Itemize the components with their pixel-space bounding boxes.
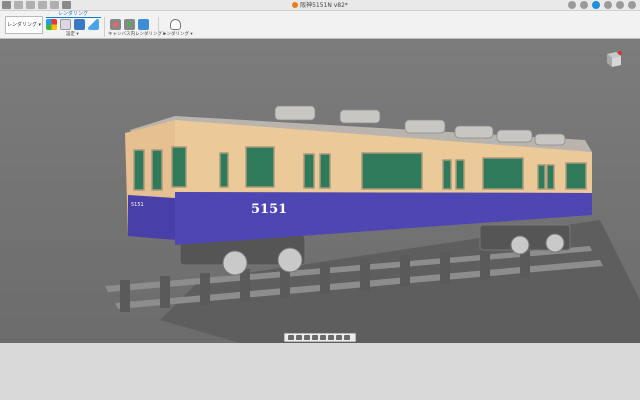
active-tab-indicator xyxy=(46,17,101,18)
notifications-icon[interactable] xyxy=(604,1,612,9)
train-scene xyxy=(0,40,640,343)
fit-icon[interactable] xyxy=(320,335,326,340)
pan-icon[interactable] xyxy=(304,335,310,340)
view-cube-home-icon xyxy=(618,51,622,55)
display-settings-icon[interactable] xyxy=(328,335,334,340)
status-area xyxy=(0,343,640,400)
document-icon xyxy=(292,2,299,8)
in-canvas-render-group xyxy=(110,19,149,30)
viewports-icon[interactable] xyxy=(344,335,350,340)
ribbon-toolbar: レンダリング ▾ レンダリング 設定 ▾ キャンバス内レンダリング ▾ レンダリ… xyxy=(0,11,640,39)
look-at-icon[interactable] xyxy=(296,335,302,340)
render-settings-icon[interactable] xyxy=(124,19,135,30)
separator xyxy=(104,17,105,37)
scene-settings-icon[interactable] xyxy=(74,19,85,30)
workspace-switcher[interactable]: レンダリング ▾ xyxy=(5,16,43,34)
extensions-icon[interactable] xyxy=(580,1,588,9)
appearance-icon[interactable] xyxy=(46,19,57,30)
orbit-icon[interactable] xyxy=(288,335,294,340)
title-bar: 阪神5151N v82* xyxy=(0,0,640,11)
setup-group-label[interactable]: 設定 ▾ xyxy=(66,32,79,38)
render-group-label[interactable]: レンダリング ▾ xyxy=(162,32,193,38)
navigation-bar xyxy=(284,333,356,342)
physical-material-icon[interactable] xyxy=(60,19,71,30)
zoom-icon[interactable] xyxy=(312,335,318,340)
setup-group xyxy=(46,19,99,30)
help-icon[interactable] xyxy=(616,1,624,9)
document-title-text: 阪神5151N v82* xyxy=(300,2,348,9)
add-icon[interactable] xyxy=(568,1,576,9)
render-group xyxy=(170,19,181,30)
separator xyxy=(158,17,159,37)
car-number-front: 5151 xyxy=(131,202,144,208)
job-status-icon[interactable] xyxy=(592,1,600,9)
canvas-viewport[interactable]: 5151 5151 xyxy=(0,40,640,343)
capture-image-icon[interactable] xyxy=(138,19,149,30)
account-icon[interactable] xyxy=(628,1,636,9)
texture-map-icon[interactable] xyxy=(88,19,99,30)
grid-settings-icon[interactable] xyxy=(336,335,342,340)
view-cube[interactable] xyxy=(604,50,624,68)
in-canvas-render-icon[interactable] xyxy=(110,19,121,30)
car-number: 5151 xyxy=(251,202,288,217)
document-title: 阪神5151N v82* xyxy=(0,1,640,10)
titlebar-actions xyxy=(568,1,636,9)
render-icon[interactable] xyxy=(170,19,181,30)
